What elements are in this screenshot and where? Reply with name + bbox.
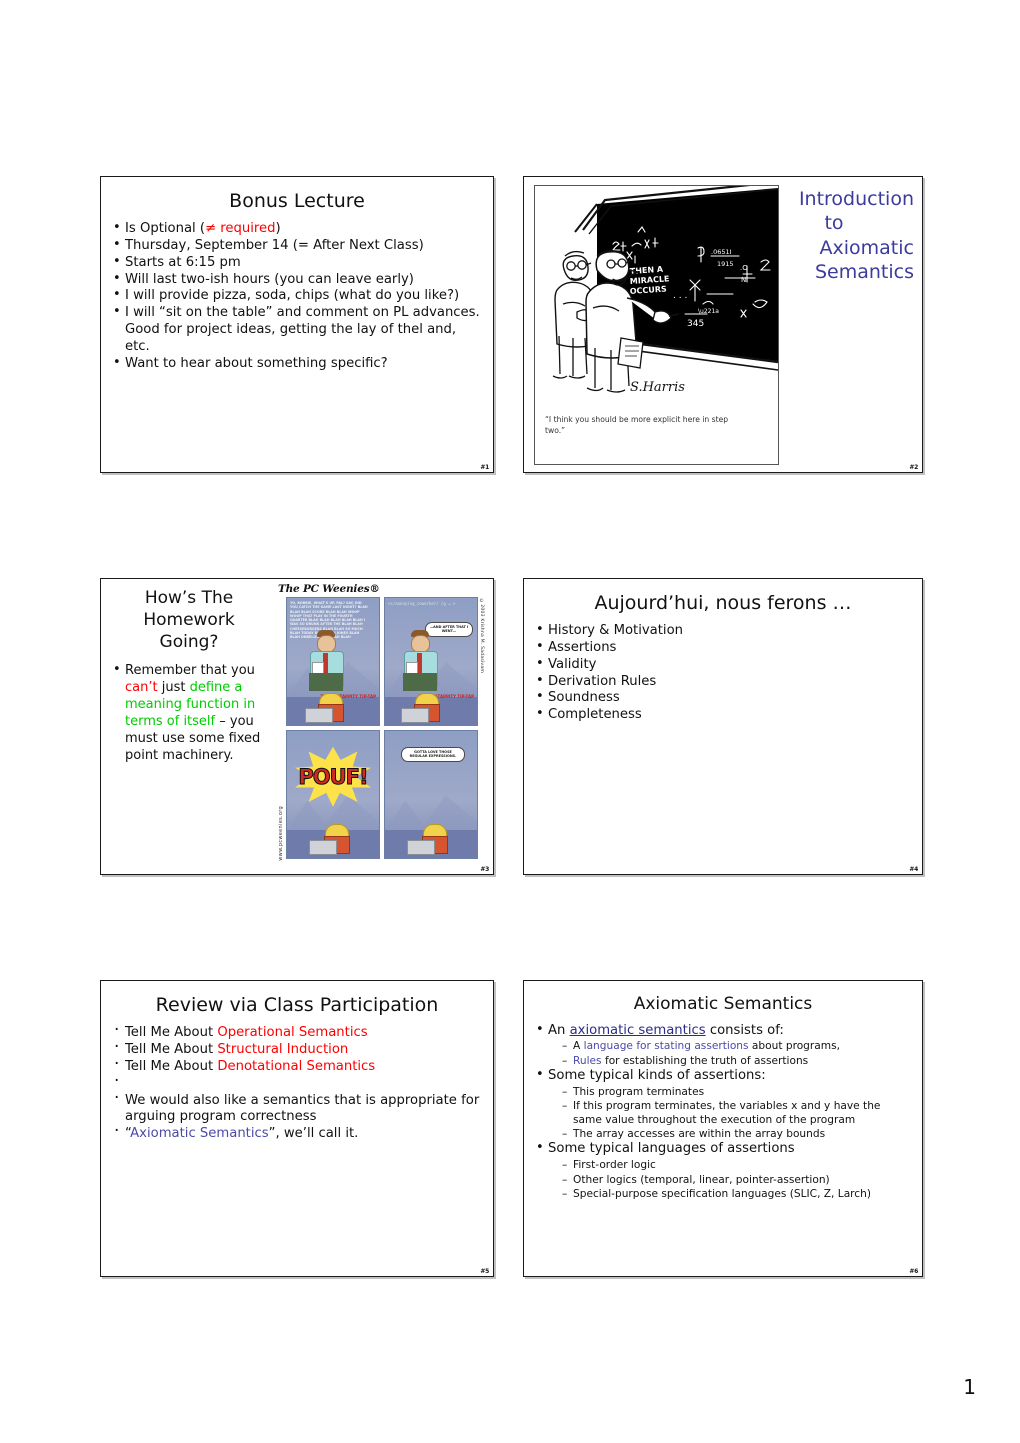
list-item: Want to hear about something specific? <box>111 355 483 373</box>
slide-1-title: Bonus Lecture <box>229 190 365 212</box>
panel-4-speech-bubble: GOTTA LOVE THOSE REGULAR EXPRESSIONS. <box>401 747 465 762</box>
list-item: Derivation Rules <box>534 673 912 691</box>
sub-list-item: This program terminates <box>562 1085 912 1099</box>
operational-semantics-accent: Operational Semantics <box>217 1024 368 1040</box>
slide-4-aujourdhui-nous-ferons[interactable]: Aujourd’hui, nous ferons … History & Mot… <box>523 578 923 875</box>
comic-title: The PC Weenies® <box>278 583 380 595</box>
list-item: Is Optional (≠ required) <box>111 220 483 238</box>
sub-list-item: A language for stating assertions about … <box>562 1039 912 1053</box>
svg-text:N: N <box>741 276 746 284</box>
list-item: An axiomatic semantics consists of: A la… <box>534 1022 912 1068</box>
slide-2-title: Introduction to Axiomatic Semantics <box>754 187 914 284</box>
comic-website-credit: www.pcweenies.org <box>278 806 284 861</box>
slide-2-introduction-to-axiomatic-semantics[interactable]: THEN A MIRACLE OCCURS . . . .0651I 1915 … <box>523 176 923 473</box>
sub-list: First-order logic Other logics (temporal… <box>548 1158 912 1201</box>
slide-number: #5 <box>480 1268 489 1275</box>
panel-2-shell-command: >s/annoying_coworker/ /g ↵ > <box>388 601 456 606</box>
list-spacer <box>111 1071 483 1093</box>
comic-panel-3: POUF! <box>286 730 380 859</box>
structural-induction-accent: Structural Induction <box>217 1041 349 1057</box>
sub-list: A language for stating assertions about … <box>548 1039 912 1068</box>
cant-accent: can’t <box>125 680 158 696</box>
sub-list-item: Special-purpose specification languages … <box>562 1187 912 1201</box>
slide-number: #2 <box>909 464 918 471</box>
list-item: I will provide pizza, soda, chips (what … <box>111 287 483 305</box>
list-item: Some typical kinds of assertions: This p… <box>534 1067 912 1142</box>
slide-number: #3 <box>480 866 489 873</box>
axiomatic-semantics-link[interactable]: axiomatic semantics <box>570 1023 706 1038</box>
comic-panel-2: >s/annoying_coworker/ /g ↵ > …AND AFTER … <box>384 597 478 726</box>
list-item: Tell Me About Structural Induction <box>111 1037 483 1059</box>
svg-text:.0651I: .0651I <box>711 248 732 256</box>
svg-text:\u221a: \u221a <box>698 308 719 315</box>
slide-3-title: How’s The Homework Going? <box>113 587 265 653</box>
svg-text:1915: 1915 <box>717 260 734 268</box>
comic-panel-4: GOTTA LOVE THOSE REGULAR EXPRESSIONS. <box>384 730 478 859</box>
axiomatic-semantics-accent: Axiomatic Semantics <box>130 1126 269 1142</box>
list-item: History & Motivation <box>534 622 912 640</box>
sub-list-item: Rules for establishing the truth of asse… <box>562 1054 912 1068</box>
panel-3-pouf-sfx: POUF! <box>298 764 369 789</box>
comic-panel-1: YO, BOBBIE, WHAT’S UP, PAL? SAY, DID YOU… <box>286 597 380 726</box>
then-a-miracle-occurs-cartoon-icon: THEN A MIRACLE OCCURS . . . .0651I 1915 … <box>535 186 778 408</box>
title-line: How’s The <box>144 588 234 608</box>
list-item: Thursday, September 14 (= After Next Cla… <box>111 237 483 255</box>
list-item: Tell Me About Operational Semantics <box>111 1020 483 1042</box>
title-line: Homework <box>143 610 235 631</box>
list-item: “Axiomatic Semantics”, we’ll call it. <box>111 1121 483 1143</box>
comic-copyright-credit: ©2003 Krishna M. Sadasivam <box>479 599 484 674</box>
sub-list-item: Other logics (temporal, linear, pointer-… <box>562 1173 912 1187</box>
title-line: Semantics <box>814 260 914 283</box>
svg-text:.O: .O <box>740 264 748 272</box>
cartoon-caption: “I think you should be more explicit her… <box>545 415 729 435</box>
required-accent: ≠ required <box>205 220 276 236</box>
slide-number: #4 <box>909 866 918 873</box>
language-assertions-accent: language for stating assertions <box>583 1040 749 1053</box>
list-item: Validity <box>534 656 912 674</box>
slide-3-bullet: Remember that you can’t just define a me… <box>113 662 265 764</box>
panel-2-speech-bubble: …AND AFTER THAT I WENT… <box>425 622 473 637</box>
title-line: Going? <box>159 632 219 653</box>
slide-5-title: Review via Class Participation <box>155 994 439 1016</box>
page-number: 1 <box>963 1375 976 1399</box>
svg-text:345: 345 <box>687 319 704 329</box>
miracle-cartoon-frame: THEN A MIRACLE OCCURS . . . .0651I 1915 … <box>534 185 779 465</box>
slide-4-agenda-list: History & Motivation Assertions Validity… <box>534 622 912 724</box>
svg-text:S.Harris: S.Harris <box>630 380 685 395</box>
slide-3-hows-the-homework-going[interactable]: How’s The Homework Going? Remember that … <box>100 578 494 875</box>
handout-page: Bonus Lecture Is Optional (≠ required) T… <box>0 0 1020 1443</box>
list-item: I will “sit on the table” and comment on… <box>111 304 483 356</box>
rules-accent: Rules <box>573 1054 602 1067</box>
slide-3-left-column: How’s The Homework Going? Remember that … <box>113 587 265 765</box>
sub-list-item: First-order logic <box>562 1158 912 1172</box>
svg-text:. . .: . . . <box>673 291 687 301</box>
slide-6-title: Axiomatic Semantics <box>633 994 813 1014</box>
slide-4-title: Aujourd’hui, nous ferons … <box>594 592 852 614</box>
slide-6-outline-list: An axiomatic semantics consists of: A la… <box>534 1022 912 1202</box>
list-item: Assertions <box>534 639 912 657</box>
list-item: Some typical languages of assertions Fir… <box>534 1140 912 1201</box>
slide-5-review-via-class-participation[interactable]: Review via Class Participation Tell Me A… <box>100 980 494 1277</box>
comic-panel-grid: YO, BOBBIE, WHAT’S UP, PAL? SAY, DID YOU… <box>286 597 478 859</box>
list-item: Soundness <box>534 689 912 707</box>
title-line: Axiomatic <box>819 236 914 259</box>
slide-1-bullet-list: Is Optional (≠ required) Thursday, Septe… <box>111 220 483 373</box>
slide-5-bullet-list: Tell Me About Operational Semantics Tell… <box>111 1020 483 1143</box>
list-item: Completeness <box>534 706 912 724</box>
list-item: We would also like a semantics that is a… <box>111 1088 483 1127</box>
slide-number: #6 <box>909 1268 918 1275</box>
sub-list-item: If this program terminates, the variable… <box>562 1099 912 1127</box>
denotational-semantics-accent: Denotational Semantics <box>217 1058 376 1074</box>
slide-1-bonus-lecture[interactable]: Bonus Lecture Is Optional (≠ required) T… <box>100 176 494 473</box>
slide-number: #1 <box>480 464 489 471</box>
title-line: Introduction <box>798 188 914 210</box>
sub-list-item: The array accesses are within the array … <box>562 1127 912 1141</box>
pc-weenies-comic: The PC Weenies® YO, BOBBIE, WHAT’S UP, P… <box>278 583 484 867</box>
list-item: Will last two-ish hours (you can leave e… <box>111 271 483 289</box>
slide-6-axiomatic-semantics[interactable]: Axiomatic Semantics An axiomatic semanti… <box>523 980 923 1277</box>
list-item: Tell Me About Denotational Semantics <box>111 1054 483 1076</box>
list-item: Starts at 6:15 pm <box>111 254 483 272</box>
sub-list: This program terminates If this program … <box>548 1085 912 1142</box>
title-line: to <box>824 212 844 235</box>
